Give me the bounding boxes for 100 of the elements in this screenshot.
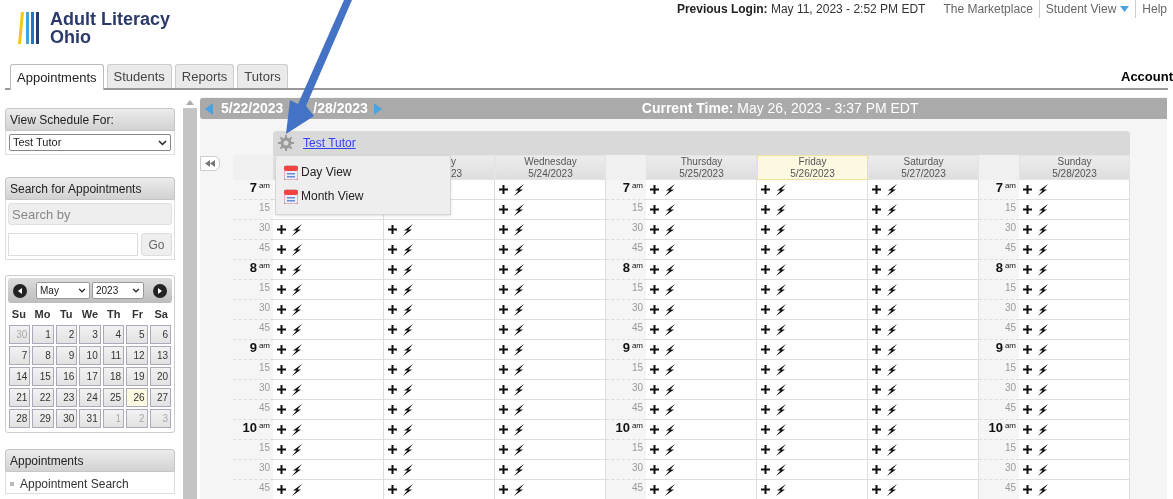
calendar-day[interactable]: 23 bbox=[55, 388, 78, 407]
time-slot[interactable] bbox=[273, 400, 384, 420]
time-slot[interactable] bbox=[646, 340, 757, 360]
time-slot[interactable] bbox=[757, 440, 868, 460]
time-slot[interactable] bbox=[384, 440, 495, 460]
tab[interactable]: Reports bbox=[174, 64, 235, 88]
time-slot[interactable] bbox=[1019, 420, 1130, 440]
search-by-field[interactable]: Search by bbox=[8, 203, 172, 225]
time-slot[interactable] bbox=[495, 260, 606, 280]
time-slot[interactable] bbox=[868, 380, 979, 400]
time-slot[interactable] bbox=[757, 480, 868, 499]
time-slot[interactable] bbox=[1019, 300, 1130, 320]
calendar-day[interactable]: 28 bbox=[9, 409, 31, 428]
time-slot[interactable] bbox=[868, 360, 979, 380]
time-slot[interactable] bbox=[646, 240, 757, 260]
time-slot[interactable] bbox=[757, 380, 868, 400]
calendar-day[interactable]: 30 bbox=[55, 409, 78, 428]
time-slot[interactable] bbox=[273, 340, 384, 360]
time-slot[interactable] bbox=[757, 320, 868, 340]
time-slot[interactable] bbox=[384, 480, 495, 499]
time-slot[interactable] bbox=[757, 260, 868, 280]
time-slot[interactable] bbox=[384, 420, 495, 440]
time-slot[interactable] bbox=[646, 420, 757, 440]
tutor-link[interactable]: Test Tutor bbox=[303, 134, 356, 152]
time-slot[interactable] bbox=[868, 400, 979, 420]
time-slot[interactable] bbox=[1019, 440, 1130, 460]
top-link[interactable]: Help bbox=[1135, 0, 1173, 18]
time-slot[interactable] bbox=[273, 280, 384, 300]
time-slot[interactable] bbox=[868, 280, 979, 300]
time-slot[interactable] bbox=[646, 200, 757, 220]
calendar-day[interactable]: 13 bbox=[149, 346, 171, 365]
time-slot[interactable] bbox=[273, 460, 384, 480]
calendar-day[interactable]: 14 bbox=[9, 367, 31, 386]
select-field[interactable]: 2023 bbox=[92, 282, 144, 299]
time-slot[interactable] bbox=[495, 340, 606, 360]
time-slot[interactable] bbox=[384, 320, 495, 340]
time-slot[interactable] bbox=[384, 460, 495, 480]
calendar-day[interactable]: 7 bbox=[9, 346, 31, 365]
calendar-day[interactable]: 1 bbox=[32, 325, 54, 344]
time-slot[interactable] bbox=[384, 300, 495, 320]
calendar-day[interactable]: 6 bbox=[149, 325, 171, 344]
time-slot[interactable] bbox=[868, 240, 979, 260]
calendar-day[interactable]: 10 bbox=[79, 346, 101, 365]
time-slot[interactable] bbox=[757, 400, 868, 420]
time-slot[interactable] bbox=[273, 360, 384, 380]
calendar-day[interactable]: 21 bbox=[9, 388, 31, 407]
time-slot[interactable] bbox=[646, 220, 757, 240]
tab[interactable]: Students bbox=[106, 64, 172, 88]
time-slot[interactable] bbox=[273, 320, 384, 340]
time-slot[interactable] bbox=[757, 360, 868, 380]
time-slot[interactable] bbox=[868, 300, 979, 320]
tutor-select[interactable]: Test Tutor bbox=[9, 134, 171, 151]
time-slot[interactable] bbox=[495, 440, 606, 460]
calendar-day[interactable]: 4 bbox=[102, 325, 125, 344]
time-slot[interactable] bbox=[868, 480, 979, 499]
time-slot[interactable] bbox=[757, 460, 868, 480]
time-slot[interactable] bbox=[495, 320, 606, 340]
time-slot[interactable] bbox=[646, 400, 757, 420]
calendar-day[interactable]: 24 bbox=[79, 388, 101, 407]
tab[interactable]: Tutors bbox=[237, 64, 288, 88]
time-slot[interactable] bbox=[646, 320, 757, 340]
top-link[interactable]: Student View bbox=[1038, 0, 1136, 18]
time-slot[interactable] bbox=[384, 380, 495, 400]
time-slot[interactable] bbox=[273, 420, 384, 440]
tab[interactable]: Appointments bbox=[10, 64, 104, 90]
time-slot[interactable] bbox=[757, 240, 868, 260]
collapse-button[interactable] bbox=[200, 156, 220, 171]
time-slot[interactable] bbox=[495, 480, 606, 499]
time-slot[interactable] bbox=[757, 340, 868, 360]
time-slot[interactable] bbox=[868, 260, 979, 280]
calendar-day[interactable]: 26 bbox=[126, 388, 148, 407]
time-slot[interactable] bbox=[646, 440, 757, 460]
time-slot[interactable] bbox=[868, 460, 979, 480]
time-slot[interactable] bbox=[757, 220, 868, 240]
time-slot[interactable] bbox=[868, 440, 979, 460]
calendar-day[interactable]: 8 bbox=[32, 346, 54, 365]
calendar-day[interactable]: 29 bbox=[32, 409, 54, 428]
time-slot[interactable] bbox=[646, 260, 757, 280]
time-slot[interactable] bbox=[384, 220, 495, 240]
time-slot[interactable] bbox=[1019, 180, 1130, 200]
time-slot[interactable] bbox=[273, 240, 384, 260]
time-slot[interactable] bbox=[495, 400, 606, 420]
time-slot[interactable] bbox=[273, 220, 384, 240]
calendar-day[interactable]: 25 bbox=[102, 388, 125, 407]
time-slot[interactable] bbox=[1019, 400, 1130, 420]
time-slot[interactable] bbox=[1019, 340, 1130, 360]
time-slot[interactable] bbox=[757, 200, 868, 220]
calendar-day[interactable]: 2 bbox=[55, 325, 78, 344]
time-slot[interactable] bbox=[495, 280, 606, 300]
calendar-day[interactable]: 9 bbox=[55, 346, 78, 365]
calendar-day[interactable]: 12 bbox=[126, 346, 148, 365]
time-slot[interactable] bbox=[384, 280, 495, 300]
scrollbar-thumb[interactable] bbox=[183, 108, 197, 499]
time-slot[interactable] bbox=[1019, 260, 1130, 280]
time-slot[interactable] bbox=[1019, 320, 1130, 340]
time-slot[interactable] bbox=[273, 300, 384, 320]
time-slot[interactable] bbox=[1019, 480, 1130, 499]
time-slot[interactable] bbox=[384, 260, 495, 280]
time-slot[interactable] bbox=[1019, 220, 1130, 240]
calendar-day[interactable]: 31 bbox=[79, 409, 101, 428]
